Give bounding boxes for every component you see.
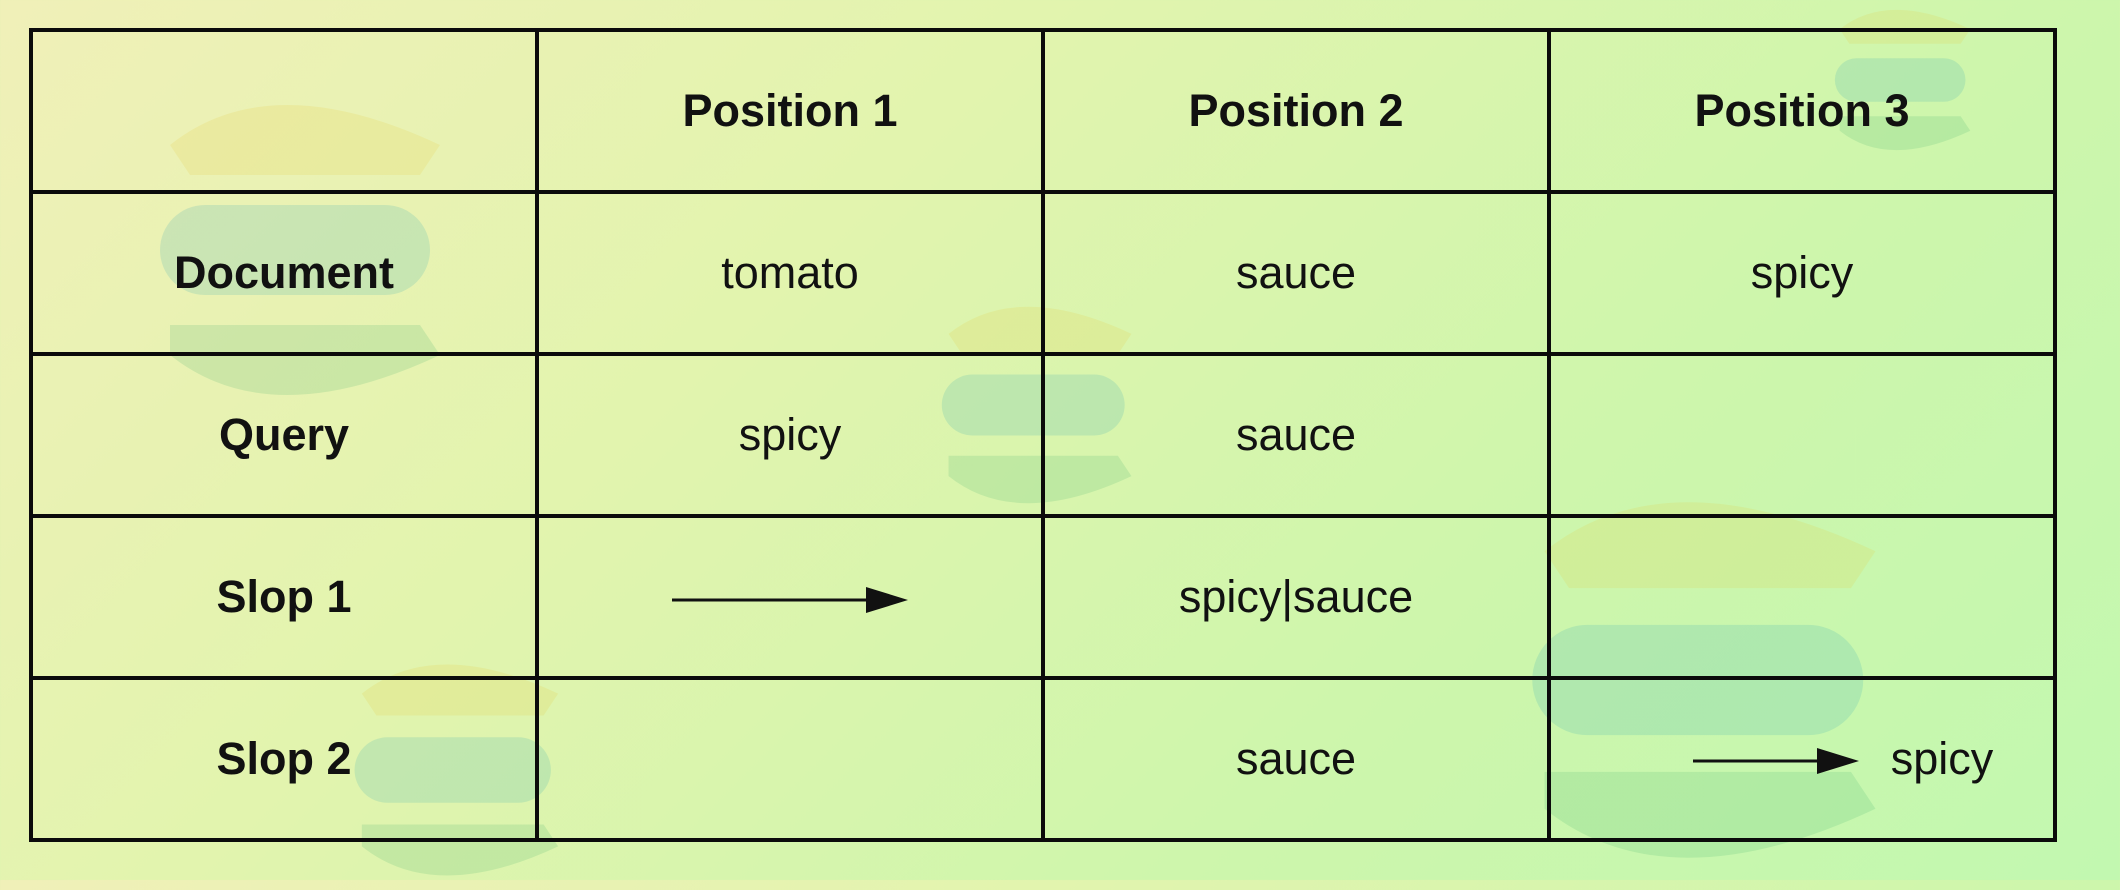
slop-2-position-1: [535, 676, 1045, 842]
document-position-1: tomato: [535, 190, 1045, 356]
query-position-3: [1547, 352, 2057, 518]
row-slop-2: Slop 2 sauce spicy: [29, 676, 2057, 842]
header-row: Position 1 Position 2 Position 3: [29, 28, 2057, 194]
row-document: Document tomato sauce spicy: [29, 190, 2057, 356]
row-slop-1: Slop 1 spicy|sauce: [29, 514, 2057, 680]
header-position-2: Position 2: [1041, 28, 1551, 194]
header-position-3: Position 3: [1547, 28, 2057, 194]
document-position-2: sauce: [1041, 190, 1551, 356]
document-position-3: spicy: [1547, 190, 2057, 356]
right-arrow-icon: [670, 585, 910, 615]
arrow-with-term: spicy: [1691, 731, 1994, 784]
slop-2-position-2: sauce: [1041, 676, 1551, 842]
query-position-2: sauce: [1041, 352, 1551, 518]
right-arrow-icon: [1691, 746, 1861, 776]
row-label-slop-2: Slop 2: [29, 676, 539, 842]
slop-2-position-3-term: spicy: [1890, 732, 1994, 784]
slop-1-position-3: [1547, 514, 2057, 680]
query-position-1: spicy: [535, 352, 1045, 518]
slop-1-position-2: spicy|sauce: [1041, 514, 1551, 680]
row-label-query: Query: [29, 352, 539, 518]
corner-cell: [29, 28, 539, 194]
slop-position-table: Position 1 Position 2 Position 3 Documen…: [29, 28, 2057, 842]
slop-1-position-1: [535, 514, 1045, 680]
header-position-1: Position 1: [535, 28, 1045, 194]
row-label-document: Document: [29, 190, 539, 356]
slop-2-position-3: spicy: [1547, 676, 2057, 842]
row-label-slop-1: Slop 1: [29, 514, 539, 680]
row-query: Query spicy sauce: [29, 352, 2057, 518]
